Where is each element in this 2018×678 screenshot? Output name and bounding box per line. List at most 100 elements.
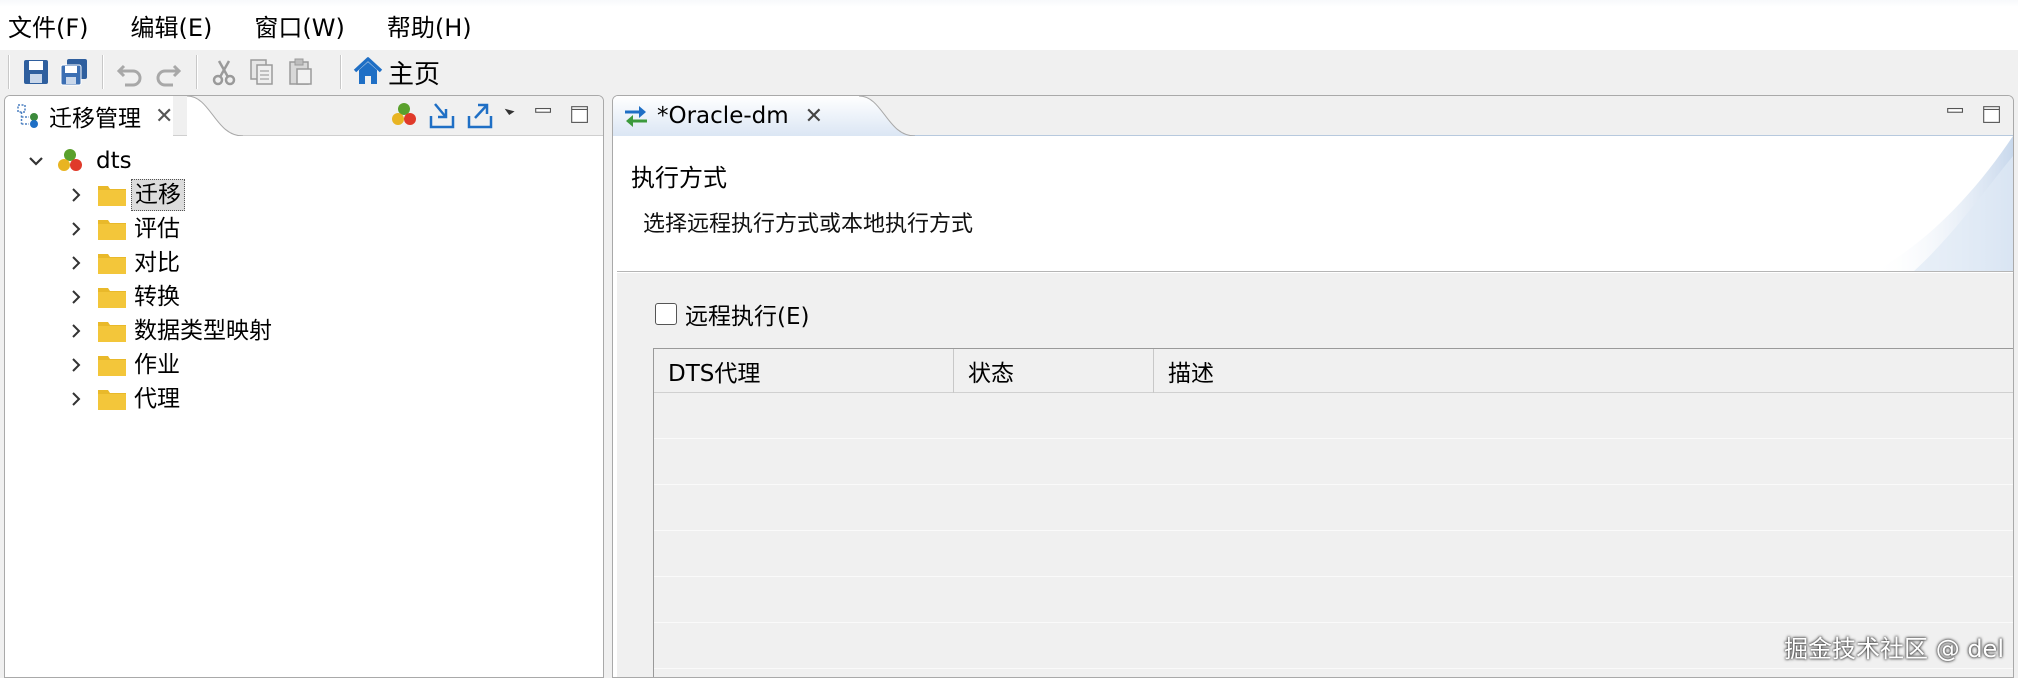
close-icon[interactable]: ✕ — [155, 104, 173, 129]
redo-button[interactable] — [150, 54, 186, 90]
tree-item-label: 数据类型映射 — [134, 318, 272, 344]
export-button[interactable] — [463, 98, 497, 132]
tab-curve — [859, 96, 915, 136]
wizard-header: 执行方式 选择远程执行方式或本地执行方式 — [617, 136, 2013, 272]
toolbar-separator — [102, 55, 104, 89]
watermark: 掘金技术社区 @ del — [1784, 635, 2004, 663]
table-row[interactable] — [654, 531, 2013, 577]
tree-root[interactable]: dts — [23, 144, 275, 178]
folder-icon — [98, 254, 126, 274]
toolbar-separator — [196, 55, 198, 89]
toolbar-separator — [340, 55, 342, 89]
remote-execution-option[interactable]: 远程执行(E) — [655, 297, 809, 331]
table-row[interactable] — [654, 393, 2013, 439]
minimize-button[interactable] — [531, 100, 557, 130]
chevron-right-icon[interactable] — [63, 318, 89, 344]
minimize-icon — [1947, 107, 1964, 113]
dts-cubes-icon — [392, 103, 416, 125]
table-row[interactable] — [654, 577, 2013, 623]
tree-item-assessment[interactable]: 评估 — [23, 212, 275, 246]
view-toolbar — [383, 98, 593, 132]
chevron-right-icon[interactable] — [63, 216, 89, 242]
home-label: 主页 — [388, 59, 441, 90]
tab-label: *Oracle-dm — [657, 103, 789, 129]
maximize-button[interactable] — [1979, 100, 2005, 130]
tree-item-label: 迁移 — [131, 179, 185, 211]
tree-item-agents[interactable]: 代理 — [23, 382, 275, 416]
column-header-description[interactable]: 描述 — [1154, 349, 2013, 393]
remote-execution-checkbox[interactable] — [655, 303, 677, 325]
wizard-title: 执行方式 — [631, 164, 727, 192]
tree-item-jobs[interactable]: 作业 — [23, 348, 275, 382]
editor-window-controls — [1933, 100, 2005, 130]
copy-button[interactable] — [244, 54, 280, 90]
tree-root-label: dts — [96, 148, 132, 174]
remote-execution-label: 远程执行(E) — [685, 304, 810, 330]
paste-icon — [289, 58, 312, 85]
copy-icon — [250, 59, 273, 85]
wizard-body: 远程执行(E) DTS代理 状态 描述 — [617, 273, 2013, 677]
import-icon — [429, 103, 455, 129]
tree-item-label: 转换 — [134, 284, 180, 310]
folder-icon — [98, 288, 126, 308]
tree-item-conversion[interactable]: 转换 — [23, 280, 275, 314]
wizard-banner-graphic — [1874, 136, 2013, 271]
cut-icon — [212, 60, 236, 86]
table-header: DTS代理 状态 描述 — [654, 349, 2013, 393]
tree-item-migration[interactable]: 迁移 — [23, 178, 275, 212]
chevron-right-icon[interactable] — [63, 284, 89, 310]
chevron-right-icon[interactable] — [63, 386, 89, 412]
menu-help[interactable]: 帮助(H) — [387, 8, 472, 43]
folder-icon — [98, 186, 126, 206]
maximize-icon — [571, 106, 588, 123]
paste-button[interactable] — [282, 54, 318, 90]
chevron-down-icon[interactable] — [23, 148, 49, 174]
folder-icon — [98, 390, 126, 410]
column-header-status[interactable]: 状态 — [954, 349, 1154, 393]
folder-icon — [98, 356, 126, 376]
folder-icon — [98, 322, 126, 342]
table-row[interactable] — [654, 485, 2013, 531]
transfer-arrows-icon — [621, 101, 657, 131]
menu-file[interactable]: 文件(F) — [8, 8, 89, 43]
cut-button[interactable] — [206, 54, 242, 90]
table-row[interactable] — [654, 439, 2013, 485]
view-menu-button[interactable] — [501, 98, 521, 132]
tree-item-datatype-mapping[interactable]: 数据类型映射 — [23, 314, 275, 348]
tab-migration-manager[interactable]: 迁移管理 ✕ — [5, 96, 174, 136]
save-icon — [24, 60, 48, 84]
main-toolbar: 主页 — [0, 50, 2018, 94]
close-icon[interactable]: ✕ — [805, 104, 823, 129]
chevron-right-icon[interactable] — [63, 352, 89, 378]
maximize-button[interactable] — [567, 100, 593, 130]
save-all-button[interactable] — [56, 54, 92, 90]
chevron-right-icon[interactable] — [63, 182, 89, 208]
dts-tool-button[interactable] — [387, 98, 421, 132]
tree-item-comparison[interactable]: 对比 — [23, 246, 275, 280]
editor-header: *Oracle-dm ✕ — [613, 96, 2013, 136]
view-header: 迁移管理 ✕ — [5, 96, 603, 136]
tab-curve — [187, 96, 243, 136]
chevron-right-icon[interactable] — [63, 250, 89, 276]
tree-item-label: 对比 — [134, 250, 180, 276]
menu-window[interactable]: 窗口(W) — [254, 8, 344, 43]
home-button[interactable]: 主页 — [352, 54, 440, 91]
tab-oracle-dm[interactable]: *Oracle-dm ✕ — [613, 96, 861, 136]
toolbar-grip — [8, 55, 10, 89]
migration-manager-view: 迁移管理 ✕ dts 迁移 评估 对比 转换 数据类型映射 作业 代理 — [4, 95, 604, 678]
wizard-description: 选择远程执行方式或本地执行方式 — [643, 212, 974, 237]
import-button[interactable] — [425, 98, 459, 132]
home-icon — [353, 57, 383, 84]
tree-item-label: 作业 — [134, 352, 180, 378]
column-header-dts-agent[interactable]: DTS代理 — [654, 349, 954, 393]
view-menu-icon — [504, 108, 515, 115]
undo-button[interactable] — [112, 54, 148, 90]
oracle-dm-editor: *Oracle-dm ✕ 执行方式 选择远程执行方式或本地执行方式 远程执行(E… — [612, 95, 2014, 678]
menu-bar: 文件(F) 编辑(E) 窗口(W) 帮助(H) — [0, 0, 2018, 50]
migration-tree: dts 迁移 评估 对比 转换 数据类型映射 作业 代理 — [23, 144, 275, 416]
menu-edit[interactable]: 编辑(E) — [131, 8, 213, 43]
maximize-icon — [1983, 106, 2000, 123]
minimize-button[interactable] — [1943, 100, 1969, 130]
save-button[interactable] — [18, 54, 54, 90]
tree-item-label: 代理 — [134, 386, 180, 412]
